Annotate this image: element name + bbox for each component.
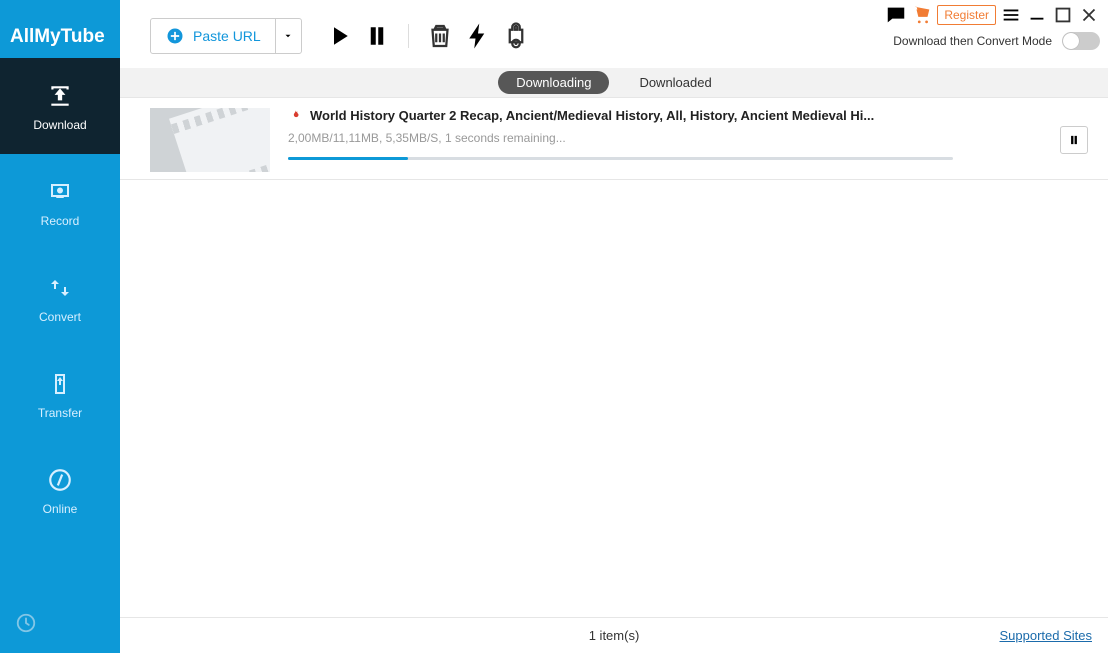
download-title: World History Quarter 2 Recap, Ancient/M… [310, 108, 874, 123]
plus-circle-icon [165, 26, 185, 46]
app-logo: AllMyTube [0, 0, 120, 58]
main-area: Register Download then Convert Mode Past… [120, 0, 1108, 653]
start-all-button[interactable] [324, 21, 354, 51]
download-list: World History Quarter 2 Recap, Ancient/M… [120, 98, 1108, 617]
nav-item-transfer[interactable]: Transfer [0, 346, 120, 442]
status-bar: 1 item(s) Supported Sites [120, 617, 1108, 653]
online-icon [42, 466, 78, 494]
register-button[interactable]: Register [937, 5, 996, 25]
separator [408, 24, 409, 48]
tab-downloaded[interactable]: Downloaded [621, 71, 729, 94]
site-icon [288, 109, 302, 123]
paste-url-label: Paste URL [193, 28, 261, 44]
paste-url-button-group: Paste URL [150, 18, 302, 54]
convert-mode-toggle[interactable] [1062, 32, 1100, 50]
nav-item-label: Download [33, 118, 86, 132]
close-button[interactable] [1078, 4, 1100, 26]
cart-icon[interactable] [911, 4, 933, 26]
privacy-button[interactable] [501, 21, 531, 51]
nav-item-label: Record [41, 214, 80, 228]
scheduler-button[interactable] [6, 603, 46, 643]
download-pause-button[interactable] [1060, 126, 1088, 154]
nav: Download Record Convert Transfer Online [0, 58, 120, 538]
download-progress-bar [288, 157, 953, 160]
download-icon [42, 82, 78, 110]
record-icon [42, 178, 78, 206]
transfer-icon [42, 370, 78, 398]
status-count: 1 item(s) [120, 628, 1108, 643]
sub-header: Download then Convert Mode [893, 32, 1100, 50]
pause-all-button[interactable] [362, 21, 392, 51]
delete-button[interactable] [425, 21, 455, 51]
download-thumbnail [150, 108, 270, 172]
download-progress-text: 2,00MB/11,11MB, 5,35MB/S, 1 seconds rema… [288, 131, 1040, 145]
feedback-icon[interactable] [885, 4, 907, 26]
tab-downloading[interactable]: Downloading [498, 71, 609, 94]
nav-item-label: Online [43, 502, 78, 516]
minimize-button[interactable] [1026, 4, 1048, 26]
nav-item-label: Transfer [38, 406, 82, 420]
nav-item-convert[interactable]: Convert [0, 250, 120, 346]
convert-mode-label: Download then Convert Mode [893, 34, 1052, 48]
paste-url-button[interactable]: Paste URL [151, 19, 275, 53]
nav-item-online[interactable]: Online [0, 442, 120, 538]
sidebar: AllMyTube Download Record Convert Transf… [0, 0, 120, 653]
download-item[interactable]: World History Quarter 2 Recap, Ancient/M… [120, 98, 1108, 180]
maximize-button[interactable] [1052, 4, 1074, 26]
nav-item-download[interactable]: Download [0, 58, 120, 154]
nav-item-label: Convert [39, 310, 81, 324]
download-title-row: World History Quarter 2 Recap, Ancient/M… [288, 108, 1040, 123]
titlebar: Register [885, 4, 1100, 26]
menu-icon[interactable] [1000, 4, 1022, 26]
download-body: World History Quarter 2 Recap, Ancient/M… [270, 108, 1060, 160]
tabs-bar: Downloading Downloaded [120, 68, 1108, 98]
download-progress-fill [288, 157, 408, 160]
paste-url-dropdown[interactable] [275, 19, 301, 53]
turbo-button[interactable] [463, 21, 493, 51]
nav-item-record[interactable]: Record [0, 154, 120, 250]
convert-icon [42, 274, 78, 302]
